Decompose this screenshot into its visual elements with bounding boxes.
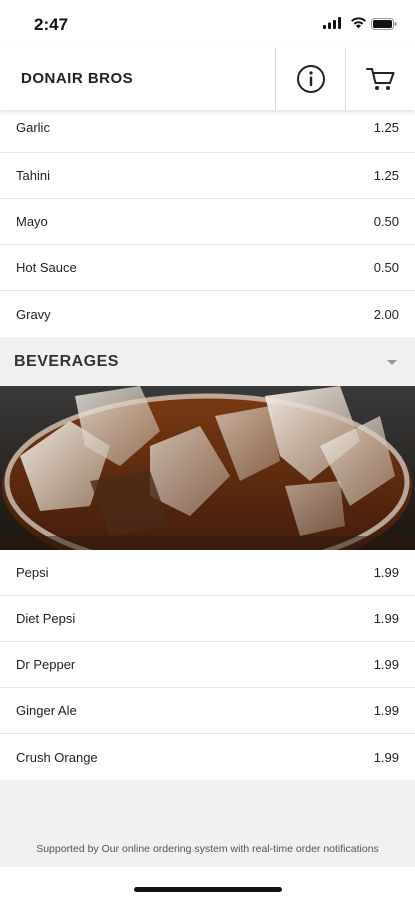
menu-item-diet-pepsi[interactable]: Diet Pepsi 1.99	[0, 596, 415, 642]
item-name: Mayo	[16, 214, 48, 229]
status-bar: 2:47	[0, 0, 415, 48]
menu-item-crush-orange[interactable]: Crush Orange 1.99	[0, 734, 415, 780]
item-price: 1.99	[373, 749, 399, 765]
item-name: Tahini	[16, 168, 50, 183]
battery-icon	[371, 18, 397, 30]
item-name: Crush Orange	[16, 749, 98, 765]
restaurant-title: DONAIR BROS	[21, 70, 134, 87]
item-price: 0.50	[373, 214, 399, 229]
menu-item-garlic[interactable]: Garlic 1.25	[0, 103, 415, 153]
section-title: BEVERAGES	[14, 353, 119, 370]
item-price: 2.00	[373, 306, 399, 322]
menu-item-ginger-ale[interactable]: Ginger Ale 1.99	[0, 688, 415, 734]
item-price: 0.50	[373, 260, 399, 275]
menu-item-dr-pepper[interactable]: Dr Pepper 1.99	[0, 642, 415, 688]
beverages-image	[0, 386, 415, 550]
wifi-icon	[351, 17, 366, 29]
info-icon	[296, 65, 325, 93]
info-button[interactable]	[275, 48, 345, 110]
footer: Supported by Our online ordering system …	[0, 783, 415, 867]
item-price: 1.99	[373, 657, 399, 672]
item-name: Pepsi	[16, 565, 49, 580]
item-price: 1.99	[373, 703, 399, 718]
home-indicator[interactable]	[134, 887, 282, 892]
beverages-section-header[interactable]: BEVERAGES	[0, 338, 415, 386]
status-time: 2:47	[34, 15, 69, 34]
item-name: Diet Pepsi	[16, 611, 76, 626]
item-price: 1.99	[373, 565, 399, 580]
item-price: 1.25	[373, 168, 399, 183]
cola-glass-image	[0, 386, 415, 550]
status-icons	[307, 16, 397, 32]
app-header: DONAIR BROS	[0, 48, 415, 110]
item-name: Hot Sauce	[16, 260, 77, 275]
item-name: Garlic	[16, 120, 50, 135]
home-indicator-area	[0, 867, 415, 900]
signal-icon	[323, 17, 341, 29]
menu-item-gravy[interactable]: Gravy 2.00	[0, 291, 415, 337]
item-name: Ginger Ale	[16, 703, 77, 718]
footer-text: Supported by Our online ordering system …	[36, 843, 379, 855]
beverages-list: Pepsi 1.99 Diet Pepsi 1.99 Dr Pepper 1.9…	[0, 550, 415, 780]
item-name: Dr Pepper	[16, 657, 76, 672]
item-name: Gravy	[16, 306, 51, 322]
menu-item-mayo[interactable]: Mayo 0.50	[0, 199, 415, 245]
cart-icon	[365, 68, 394, 90]
condiments-list: Garlic 1.25 Tahini 1.25 Mayo 0.50 Hot Sa…	[0, 103, 415, 337]
menu-item-tahini[interactable]: Tahini 1.25	[0, 153, 415, 199]
caret-down-icon	[387, 359, 397, 365]
menu-item-hot-sauce[interactable]: Hot Sauce 0.50	[0, 245, 415, 291]
menu-item-pepsi[interactable]: Pepsi 1.99	[0, 550, 415, 596]
cart-button[interactable]	[345, 48, 415, 110]
item-price: 1.25	[373, 120, 399, 135]
item-price: 1.99	[373, 611, 399, 626]
